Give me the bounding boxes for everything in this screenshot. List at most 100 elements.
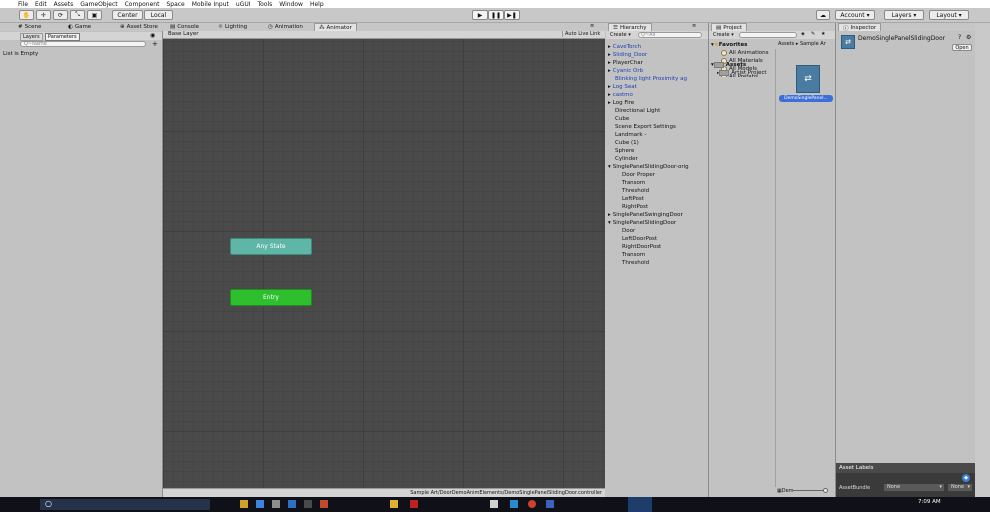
expand-arrow-icon[interactable]: ▸ [608,212,611,218]
asset-thumb-label[interactable]: DemoSinglePanel... [779,95,833,102]
hierarchy-item[interactable]: ▾ SinglePanelSlidingDoor-orig [608,163,708,171]
menu-item[interactable]: Edit [35,1,47,8]
expand-arrow-icon[interactable]: ▸ [608,60,611,66]
layout-dropdown[interactable]: Layout ▾ [929,10,969,20]
app-icon[interactable] [240,500,248,508]
menu-item[interactable]: GameObject [80,1,117,8]
open-button[interactable]: Open [952,44,972,51]
hierarchy-item[interactable]: Landmark - [608,131,708,139]
hierarchy-item[interactable]: ▸ Log Seat [608,83,708,91]
expand-arrow-icon[interactable]: ▾ [608,220,611,226]
menu-item[interactable]: File [18,1,28,8]
hierarchy-item[interactable]: ▸ Cyanic Orb [608,67,708,75]
favorites-header[interactable]: ▾★Favorites [711,41,775,49]
assets-header[interactable]: ▾ Assets [711,61,775,69]
pivot-local-button[interactable]: Local [144,10,173,20]
auto-live-link-toggle[interactable]: Auto Live Link [562,31,602,37]
menu-item[interactable]: uGUI [236,1,251,8]
app-icon[interactable] [546,500,554,508]
breadcrumb[interactable]: Base Layer [168,31,198,37]
favorite-item[interactable]: All Animations [711,49,775,57]
rotate-tool-button[interactable]: ⟳ [53,10,68,20]
step-button[interactable]: ▶❚ [504,10,520,20]
layers-dropdown[interactable]: Layers ▾ [884,10,924,20]
tag-icon[interactable]: ◆ [962,474,970,482]
hierarchy-item[interactable]: ▾ SinglePanelSlidingDoor [608,219,708,227]
hierarchy-item[interactable]: Cube (1) [608,139,708,147]
tab-lighting[interactable]: ☼ Lighting [218,23,247,31]
hierarchy-item[interactable]: LeftDoorPost [608,235,708,243]
play-button[interactable]: ▶ [472,10,488,20]
add-parameter-button[interactable]: + [152,40,158,48]
eye-icon[interactable]: ◉ [150,32,155,39]
expand-arrow-icon[interactable]: ▸ [608,52,611,58]
app-icon[interactable] [390,500,398,508]
tab-asset-store[interactable]: ⊕ Asset Store [120,23,158,31]
parameter-filter-input[interactable]: Q~Name [20,41,146,47]
hierarchy-item[interactable]: LeftPost [608,195,708,203]
hierarchy-search-input[interactable]: Q~All [638,32,702,38]
entry-node[interactable]: Entry [230,289,312,306]
hierarchy-item[interactable]: Cube [608,115,708,123]
menu-item[interactable]: Assets [54,1,74,8]
menu-item[interactable]: Space [166,1,184,8]
rect-tool-button[interactable]: ▣ [87,10,102,20]
expand-arrow-icon[interactable]: ▸ [608,84,611,90]
help-icon[interactable]: ? [958,34,961,41]
hierarchy-item[interactable]: Door Proper [608,171,708,179]
menu-item[interactable]: Mobile Input [192,1,229,8]
hierarchy-item[interactable]: ▸ SinglePanelSwingingDoor [608,211,708,219]
app-icon[interactable] [510,500,518,508]
expand-arrow-icon[interactable]: ▸ [608,68,611,74]
tab-animator[interactable]: ⁂ Animator [314,23,357,31]
hierarchy-item[interactable]: Scene Export Settings [608,123,708,131]
hierarchy-item[interactable]: Threshold [608,187,708,195]
zoom-slider-thumb[interactable] [823,488,828,493]
tab-scene[interactable]: # Scene [18,23,41,31]
expand-arrow-icon[interactable]: ▸ [608,44,611,50]
tab-layers[interactable]: Layers [20,33,43,41]
app-icon[interactable] [320,500,328,508]
menu-item[interactable]: Component [125,1,160,8]
hierarchy-item[interactable]: Sphere [608,147,708,155]
hierarchy-item[interactable]: Directional Light [608,107,708,115]
tab-game[interactable]: ◐ Game [68,23,91,31]
hierarchy-item[interactable]: ▸ castmo [608,91,708,99]
taskbar-search-box[interactable] [40,499,210,510]
hierarchy-item[interactable]: Cylinder [608,155,708,163]
app-icon[interactable] [528,500,536,508]
gear-icon[interactable]: ⚙ [966,34,971,41]
animator-graph[interactable]: Base Layer Auto Live Link Any State Entr… [163,31,605,497]
app-icon[interactable] [304,500,312,508]
app-icon[interactable] [410,500,418,508]
hand-tool-button[interactable]: ✋ [19,10,34,20]
assetbundle-dropdown[interactable]: None ▾ [884,484,944,491]
hierarchy-item[interactable]: ▸ Sliding_Door [608,51,708,59]
tab-menu-icon[interactable]: ≡ [590,23,594,29]
menu-item[interactable]: Window [279,1,303,8]
tab-inspector[interactable]: ⓘ Inspector [838,23,882,32]
panel-menu-icon[interactable]: ≡ [692,23,696,29]
hierarchy-item[interactable]: Threshold [608,259,708,267]
app-icon[interactable] [288,500,296,508]
zoom-slider[interactable] [793,490,827,491]
app-icon[interactable] [272,500,280,508]
hierarchy-item[interactable]: Blinking light Proximity ag [608,75,708,83]
hierarchy-item[interactable]: Door [608,227,708,235]
hierarchy-create-dropdown[interactable]: Create ▾ [610,32,631,38]
tab-console[interactable]: ▤ Console [170,23,199,31]
any-state-node[interactable]: Any State [230,238,312,255]
star-icon[interactable]: ★ [821,31,825,37]
expand-arrow-icon[interactable]: ▸ [608,92,611,98]
hierarchy-item[interactable]: Transom [608,251,708,259]
tab-parameters[interactable]: Parameters [45,33,80,41]
hierarchy-item[interactable]: RightDoorPost [608,243,708,251]
hierarchy-item[interactable]: ▸ PlayerChar [608,59,708,67]
pivot-center-button[interactable]: Center [112,10,143,20]
hierarchy-item[interactable]: RightPost [608,203,708,211]
assetbundle-variant-dropdown[interactable]: None ▾ [948,484,972,491]
asset-folder-item[interactable]: ▸ Artist Project [711,69,775,77]
move-tool-button[interactable]: ✛ [36,10,51,20]
menu-item[interactable]: Help [310,1,324,8]
cloud-button[interactable]: ☁ [816,10,830,20]
